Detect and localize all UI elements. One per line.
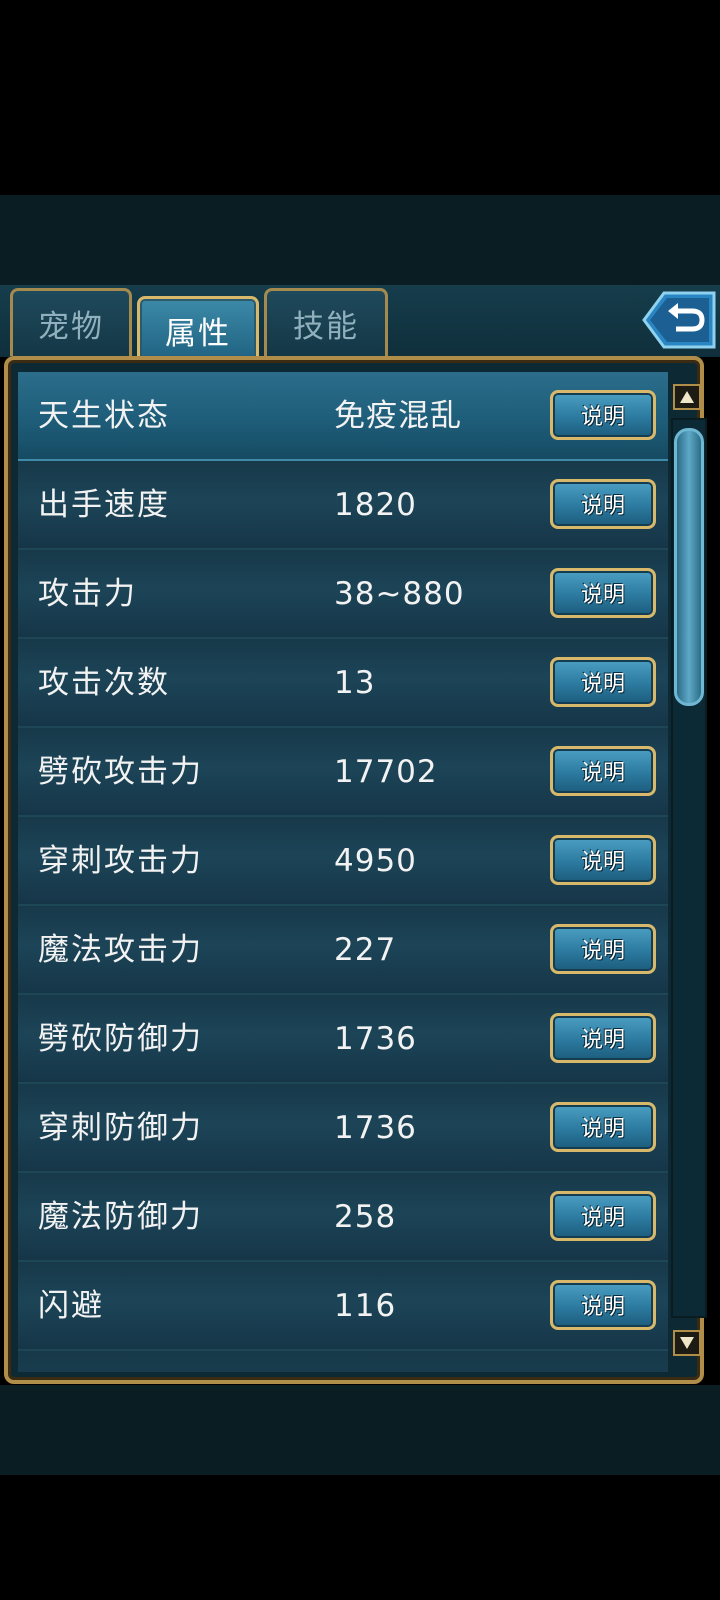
attribute-value: 4950	[334, 843, 417, 879]
list-item[interactable]: 魔法防御力 258 说明	[18, 1173, 668, 1262]
attribute-value: 1736	[334, 1110, 417, 1146]
attribute-name: 劈砍防御力	[38, 1021, 203, 1057]
attribute-value: 免疫混乱	[334, 398, 462, 434]
back-button[interactable]	[630, 289, 716, 351]
info-button[interactable]: 说明	[550, 657, 656, 707]
attribute-name: 攻击力	[38, 576, 137, 612]
scroll-down-button[interactable]	[673, 1330, 701, 1356]
tab-pet[interactable]: 宠物	[10, 288, 132, 356]
back-arrow-icon	[642, 291, 716, 349]
attribute-name: 魔法攻击力	[38, 932, 203, 968]
attribute-value: 116	[334, 1288, 397, 1324]
info-button[interactable]: 说明	[550, 479, 656, 529]
attribute-name: 闪避	[38, 1288, 104, 1324]
list-item[interactable]: 攻击次数 13 说明	[18, 639, 668, 728]
info-button[interactable]: 说明	[550, 390, 656, 440]
attribute-name: 穿刺攻击力	[38, 843, 203, 879]
attribute-value: 1736	[334, 1021, 417, 1057]
triangle-down-icon	[680, 1337, 694, 1349]
info-button[interactable]: 说明	[550, 1191, 656, 1241]
top-band	[0, 195, 720, 285]
tab-attributes[interactable]: 属性	[137, 296, 259, 362]
attribute-value: 38~880	[334, 576, 465, 612]
list-item[interactable]: 天生状态 免疫混乱 说明	[18, 372, 668, 461]
info-button[interactable]: 说明	[550, 835, 656, 885]
attribute-value: 1820	[334, 487, 417, 523]
attribute-name: 天生状态	[38, 398, 170, 434]
tab-skills[interactable]: 技能	[264, 288, 388, 356]
info-button[interactable]: 说明	[550, 1102, 656, 1152]
list-item[interactable]: 魔法攻击力 227 说明	[18, 906, 668, 995]
info-button[interactable]: 说明	[550, 1280, 656, 1330]
list-item[interactable]: 闪避 116 说明	[18, 1262, 668, 1351]
list-item[interactable]: 劈砍防御力 1736 说明	[18, 995, 668, 1084]
attribute-list[interactable]: 天生状态 免疫混乱 说明 出手速度 1820 说明 攻击力 38~880 说明 …	[18, 372, 668, 1372]
scroll-up-button[interactable]	[673, 384, 701, 410]
list-item[interactable]: 攻击力 38~880 说明	[18, 550, 668, 639]
bottom-band	[0, 1385, 720, 1475]
list-item[interactable]: 劈砍攻击力 17702 说明	[18, 728, 668, 817]
triangle-up-icon	[680, 391, 694, 403]
attribute-value: 227	[334, 932, 397, 968]
attribute-name: 穿刺防御力	[38, 1110, 203, 1146]
list-item[interactable]: 穿刺防御力 1736 说明	[18, 1084, 668, 1173]
list-item[interactable]: 出手速度 1820 说明	[18, 461, 668, 550]
attribute-name: 劈砍攻击力	[38, 754, 203, 790]
attribute-value: 13	[334, 665, 376, 701]
scrollbar-thumb[interactable]	[674, 428, 704, 706]
info-button[interactable]: 说明	[550, 746, 656, 796]
attribute-name: 出手速度	[38, 487, 170, 523]
attribute-value: 17702	[334, 754, 438, 790]
info-button[interactable]: 说明	[550, 1013, 656, 1063]
info-button[interactable]: 说明	[550, 568, 656, 618]
attribute-value: 258	[334, 1199, 397, 1235]
attribute-name: 攻击次数	[38, 665, 170, 701]
list-item-partial	[18, 1351, 668, 1372]
info-button[interactable]: 说明	[550, 924, 656, 974]
attribute-name: 魔法防御力	[38, 1199, 203, 1235]
list-item[interactable]: 穿刺攻击力 4950 说明	[18, 817, 668, 906]
